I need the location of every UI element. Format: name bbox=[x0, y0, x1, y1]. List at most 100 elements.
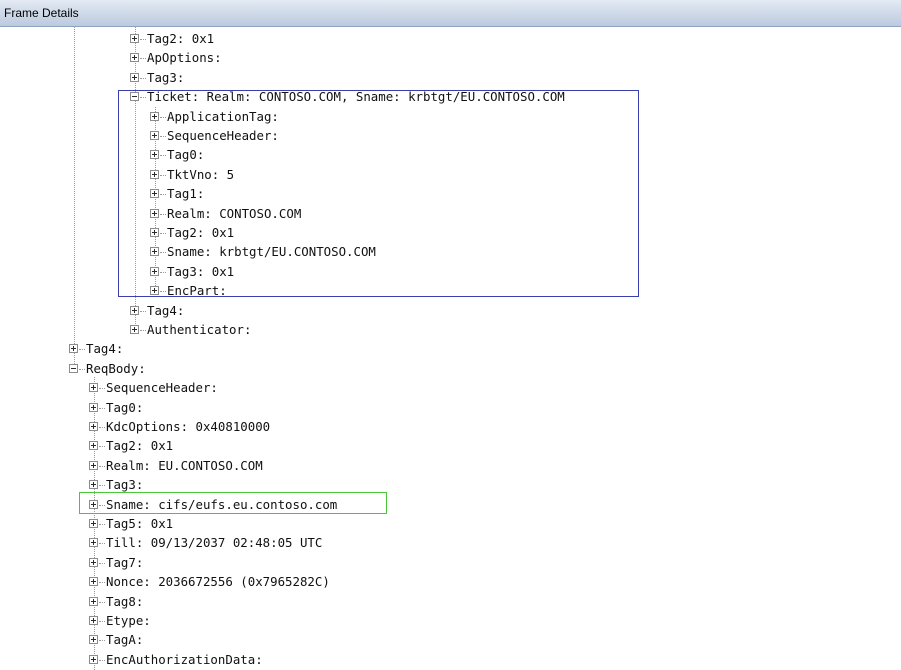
expand-toggle-icon[interactable] bbox=[89, 422, 98, 431]
expand-toggle-icon[interactable] bbox=[150, 131, 159, 140]
tree-connector bbox=[99, 562, 105, 564]
tree-connector bbox=[140, 39, 146, 40]
collapse-toggle-icon[interactable] bbox=[130, 92, 139, 102]
expand-toggle-icon[interactable] bbox=[150, 111, 159, 121]
tree-connector bbox=[99, 582, 105, 584]
tree-node-label[interactable]: Tag2: 0x1 bbox=[106, 437, 173, 455]
expand-toggle-icon[interactable] bbox=[130, 34, 139, 43]
expand-toggle-icon[interactable] bbox=[89, 383, 98, 393]
expand-toggle-icon[interactable] bbox=[150, 286, 159, 296]
expand-toggle-icon[interactable] bbox=[89, 596, 98, 606]
expand-toggle-icon[interactable] bbox=[89, 519, 98, 528]
tree-node-label[interactable]: Tag2: 0x1 bbox=[147, 30, 214, 48]
tree-connector bbox=[99, 621, 105, 622]
tree-connector bbox=[99, 659, 105, 661]
expand-toggle-icon[interactable] bbox=[89, 441, 98, 451]
panel-title: Frame Details bbox=[4, 6, 79, 20]
expand-toggle-icon[interactable] bbox=[89, 557, 98, 567]
tree-connector bbox=[99, 485, 105, 487]
tree-connector bbox=[99, 427, 105, 428]
tree-connector bbox=[79, 368, 85, 370]
tree-node-label[interactable]: ApOptions: bbox=[147, 49, 222, 67]
tree-connector bbox=[140, 97, 146, 99]
tree-connector bbox=[99, 640, 105, 642]
expand-toggle-icon[interactable] bbox=[150, 169, 159, 179]
tree-connector bbox=[160, 116, 166, 118]
tree-connector bbox=[79, 349, 85, 351]
tree-node-label[interactable]: ReqBody: bbox=[86, 360, 146, 378]
tree-node-label[interactable]: ApplicationTag: bbox=[167, 108, 279, 126]
tree-node-label[interactable]: EncPart: bbox=[167, 282, 227, 300]
tree-node-label[interactable]: Tag2: 0x1 bbox=[167, 224, 234, 242]
tree-node-label[interactable]: Tag3: bbox=[147, 69, 184, 87]
tree-node-label[interactable]: SequenceHeader: bbox=[106, 379, 218, 397]
tree-node-label[interactable]: Tag3: 0x1 bbox=[167, 263, 234, 281]
expand-toggle-icon[interactable] bbox=[89, 538, 98, 548]
tree-connector bbox=[140, 77, 146, 79]
tree-node-label[interactable]: Tag3: bbox=[106, 476, 143, 494]
expand-toggle-icon[interactable] bbox=[150, 228, 159, 237]
tree-node-label[interactable]: TktVno: 5 bbox=[167, 166, 234, 184]
tree-connector bbox=[99, 446, 105, 448]
tree-connector bbox=[160, 194, 166, 196]
expand-toggle-icon[interactable] bbox=[150, 208, 159, 218]
tree-node-label[interactable]: Tag4: bbox=[147, 302, 184, 320]
expand-toggle-icon[interactable] bbox=[130, 305, 139, 315]
tree-connector bbox=[99, 524, 105, 525]
tree-connector bbox=[140, 310, 146, 312]
expand-toggle-icon[interactable] bbox=[89, 577, 98, 587]
expand-toggle-icon[interactable] bbox=[89, 635, 98, 645]
tree-connector bbox=[99, 504, 105, 506]
tree-connector bbox=[99, 543, 105, 545]
tree-node-label[interactable]: Tag1: bbox=[167, 185, 204, 203]
tree-connector bbox=[160, 271, 166, 273]
expand-toggle-icon[interactable] bbox=[89, 402, 98, 412]
tree-node-label[interactable]: Tag5: 0x1 bbox=[106, 515, 173, 533]
expand-toggle-icon[interactable] bbox=[130, 72, 139, 82]
tree-node-label[interactable]: Etype: bbox=[106, 612, 151, 630]
tree-node-label[interactable]: Tag0: bbox=[106, 399, 143, 417]
tree-connector bbox=[160, 252, 166, 254]
frame-details-header: Frame Details bbox=[0, 0, 901, 27]
expand-toggle-icon[interactable] bbox=[130, 325, 139, 334]
expand-toggle-icon[interactable] bbox=[150, 189, 159, 199]
expand-toggle-icon[interactable] bbox=[89, 616, 98, 625]
tree-connector bbox=[160, 174, 166, 176]
tree-node-label[interactable]: Nonce: 2036672556 (0x7965282C) bbox=[106, 573, 330, 591]
tree-node-label[interactable]: EncAuthorizationData: bbox=[106, 651, 263, 669]
tree-node-label[interactable]: Tag8: bbox=[106, 593, 143, 611]
expand-toggle-icon[interactable] bbox=[130, 53, 139, 63]
tree-node-label[interactable]: Sname: cifs/eufs.eu.contoso.com bbox=[106, 496, 337, 514]
tree-node-label[interactable]: Authenticator: bbox=[147, 321, 251, 339]
tree-node-label[interactable]: Sname: krbtgt/EU.CONTOSO.COM bbox=[167, 243, 376, 261]
tree-connector bbox=[99, 601, 105, 603]
tree-node-label[interactable]: Tag7: bbox=[106, 554, 143, 572]
tree-node-label[interactable]: Realm: CONTOSO.COM bbox=[167, 205, 301, 223]
tree-node-label[interactable]: Tag4: bbox=[86, 340, 123, 358]
tree-guide-line bbox=[74, 27, 75, 348]
expand-toggle-icon[interactable] bbox=[150, 247, 159, 257]
frame-details-tree[interactable]: Tag2: 0x1 ApOptions: Tag3: Ticket: Realm: C… bbox=[0, 27, 901, 670]
expand-toggle-icon[interactable] bbox=[69, 344, 78, 354]
expand-toggle-icon[interactable] bbox=[150, 150, 159, 160]
tree-node-label[interactable]: SequenceHeader: bbox=[167, 127, 279, 145]
expand-toggle-icon[interactable] bbox=[89, 460, 98, 470]
expand-toggle-icon[interactable] bbox=[89, 480, 98, 490]
expand-toggle-icon[interactable] bbox=[89, 654, 98, 664]
tree-connector bbox=[140, 58, 146, 60]
tree-connector bbox=[160, 233, 166, 234]
tree-connector bbox=[140, 330, 146, 331]
tree-connector bbox=[160, 213, 166, 215]
tree-node-label[interactable]: Till: 09/13/2037 02:48:05 UTC bbox=[106, 534, 322, 552]
tree-connector bbox=[160, 136, 166, 137]
tree-node-label[interactable]: TagA: bbox=[106, 631, 143, 649]
collapse-toggle-icon[interactable] bbox=[69, 363, 78, 373]
tree-connector bbox=[160, 291, 166, 293]
tree-node-label[interactable]: Realm: EU.CONTOSO.COM bbox=[106, 457, 263, 475]
tree-node-label[interactable]: Tag0: bbox=[167, 146, 204, 164]
tree-connector bbox=[160, 155, 166, 157]
expand-toggle-icon[interactable] bbox=[89, 499, 98, 509]
tree-node-label[interactable]: KdcOptions: 0x40810000 bbox=[106, 418, 270, 436]
tree-node-label[interactable]: Ticket: Realm: CONTOSO.COM, Sname: krbtg… bbox=[147, 88, 565, 106]
expand-toggle-icon[interactable] bbox=[150, 266, 159, 276]
